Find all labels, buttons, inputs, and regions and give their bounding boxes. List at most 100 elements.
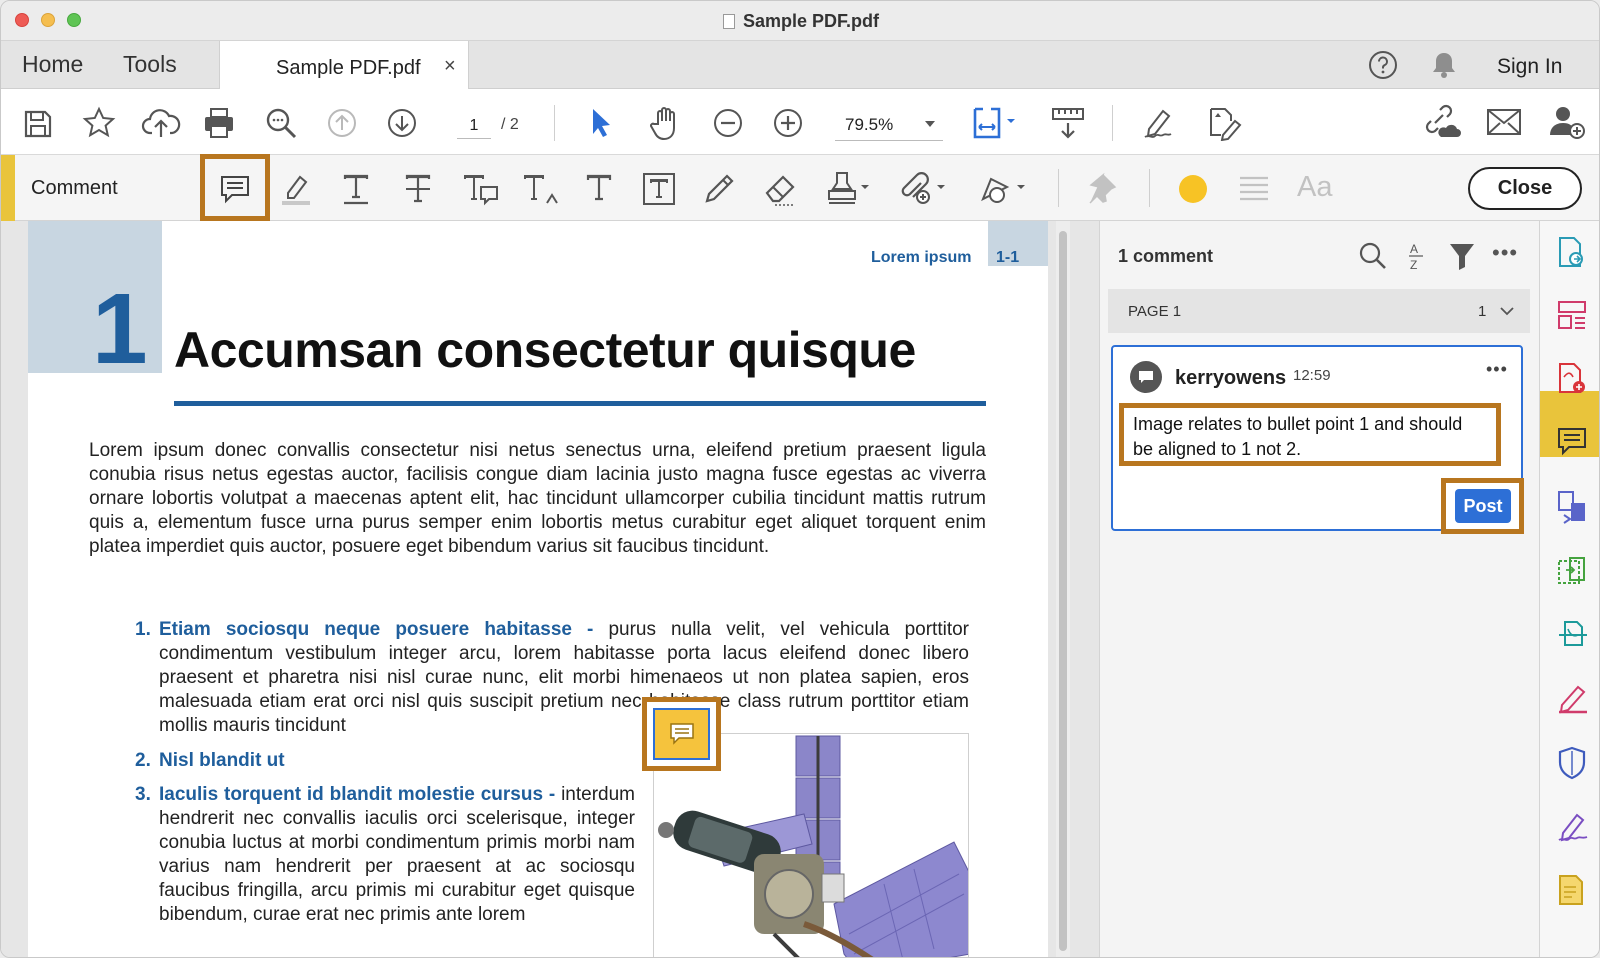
avatar xyxy=(1130,361,1162,393)
zoom-out-icon[interactable] xyxy=(711,106,745,140)
tab-document[interactable]: Sample PDF.pdf × xyxy=(219,41,469,90)
page-total-label: / 2 xyxy=(501,116,519,133)
insert-text-icon[interactable] xyxy=(521,171,563,207)
filter-icon[interactable] xyxy=(1448,241,1476,271)
comment-text-input[interactable]: Image relates to bullet point 1 and shou… xyxy=(1119,403,1501,466)
underline-text-icon[interactable] xyxy=(339,171,373,207)
zoom-level-dropdown[interactable]: 79.5% xyxy=(835,113,943,141)
toolbar-divider xyxy=(554,105,555,141)
page-group-header[interactable]: PAGE 1 1 xyxy=(1108,289,1530,333)
comment-toolbar-accent xyxy=(1,155,15,221)
share-link-icon[interactable] xyxy=(1421,103,1461,141)
color-picker-icon[interactable] xyxy=(1177,173,1209,205)
sticky-note-icon[interactable] xyxy=(218,173,252,205)
help-icon[interactable] xyxy=(1367,49,1399,81)
tab-bar: Home Tools Sample PDF.pdf × Sign In xyxy=(1,41,1599,90)
fill-and-sign-icon[interactable] xyxy=(1141,103,1179,141)
acrobat-window: Sample PDF.pdf Home Tools Sample PDF.pdf… xyxy=(0,0,1600,958)
print-icon[interactable] xyxy=(201,105,237,141)
request-signature-icon[interactable] xyxy=(1556,809,1590,843)
pdf-file-icon xyxy=(722,14,735,29)
chapter-number: 1 xyxy=(92,273,148,385)
tab-home[interactable]: Home xyxy=(22,51,83,78)
scroll-mode-icon[interactable] xyxy=(1049,105,1087,141)
text-box-icon[interactable] xyxy=(641,171,677,207)
add-text-icon[interactable] xyxy=(583,171,615,207)
combine-files-icon[interactable] xyxy=(1556,489,1590,525)
sticky-note-annotation-highlight[interactable] xyxy=(642,697,721,771)
scrollbar-thumb[interactable] xyxy=(1059,231,1067,951)
search-icon[interactable] xyxy=(1358,241,1388,271)
running-number-box: 1-1 xyxy=(988,221,1048,266)
scan-ocr-icon[interactable] xyxy=(1556,619,1590,651)
body-paragraph: Lorem ipsum donec convallis consectetur … xyxy=(89,440,986,557)
pdf-page: 1 Lorem ipsum 1-1 Accumsan consectetur q… xyxy=(28,221,1048,957)
strikethrough-text-icon[interactable] xyxy=(401,171,435,207)
protect-shield-icon[interactable] xyxy=(1556,745,1588,781)
zoom-search-icon[interactable] xyxy=(263,105,299,141)
next-page-icon[interactable] xyxy=(385,106,419,140)
comment-tool-icon[interactable] xyxy=(1556,426,1588,456)
export-pdf-icon[interactable] xyxy=(1556,361,1588,395)
comments-panel: 1 comment AZ ••• PAGE 1 1 kerryowens 12:… xyxy=(1099,221,1539,957)
notifications-bell-icon[interactable] xyxy=(1429,49,1459,81)
draw-pencil-icon[interactable] xyxy=(701,171,737,207)
comment-author: kerryowens xyxy=(1175,367,1287,389)
post-button[interactable]: Post xyxy=(1455,489,1511,523)
zoom-in-icon[interactable] xyxy=(771,106,805,140)
edit-pdf-icon[interactable] xyxy=(1203,103,1243,141)
toolbar-divider xyxy=(1149,169,1150,207)
comment-more-icon[interactable]: ••• xyxy=(1486,359,1508,380)
attach-file-icon[interactable] xyxy=(897,169,949,207)
sign-in-link[interactable]: Sign In xyxy=(1497,55,1562,79)
stamp-icon[interactable] xyxy=(823,169,873,207)
tools-rail xyxy=(1539,221,1599,957)
upload-cloud-icon[interactable] xyxy=(141,105,181,141)
hand-tool-icon[interactable] xyxy=(649,104,683,142)
pin-icon[interactable] xyxy=(1085,171,1119,207)
more-options-icon[interactable]: ••• xyxy=(1492,240,1518,266)
running-number: 1-1 xyxy=(996,249,1020,266)
email-icon[interactable] xyxy=(1485,107,1523,137)
list-item-heading: Etiam sociosqu neque posuere habitasse - xyxy=(159,619,594,640)
comment-card[interactable]: kerryowens 12:59 ••• Image relates to bu… xyxy=(1111,345,1524,534)
list-item: 3. Iaculis torquent id blandit molestie c… xyxy=(135,783,635,927)
page-number-input[interactable] xyxy=(457,113,491,139)
highlight-text-icon[interactable] xyxy=(278,171,314,207)
comment-bubble-icon xyxy=(1139,371,1153,383)
previous-page-icon[interactable] xyxy=(325,106,359,140)
list-number: 1. xyxy=(135,619,151,640)
document-scrollbar[interactable] xyxy=(1056,221,1070,957)
add-user-icon[interactable] xyxy=(1547,103,1587,141)
page-fit-icon[interactable] xyxy=(971,105,1017,141)
sticky-note-annotation[interactable] xyxy=(653,708,710,760)
create-pdf-icon[interactable] xyxy=(1556,235,1586,269)
stamp-notes-icon[interactable] xyxy=(1556,873,1588,907)
page-group-count: 1 xyxy=(1478,303,1487,320)
svg-text:Z: Z xyxy=(1410,258,1417,272)
list-item-heading: Nisl blandit ut xyxy=(159,750,285,771)
list-item-heading: Iaculis torquent id blandit molestie cur… xyxy=(159,784,556,805)
drawing-tools-icon[interactable] xyxy=(977,169,1029,207)
window-title: Sample PDF.pdf xyxy=(1,11,1599,32)
replace-text-icon[interactable] xyxy=(461,171,501,207)
select-cursor-icon[interactable] xyxy=(589,107,615,139)
font-size-icon[interactable]: Aa xyxy=(1297,171,1332,204)
window-title-text: Sample PDF.pdf xyxy=(742,11,880,31)
save-icon[interactable] xyxy=(21,107,55,141)
line-weight-icon[interactable] xyxy=(1237,173,1271,203)
chevron-down-icon[interactable] xyxy=(1500,306,1514,316)
document-viewport[interactable]: 1 Lorem ipsum 1-1 Accumsan consectetur q… xyxy=(1,221,1099,957)
close-comment-tool-button[interactable]: Close xyxy=(1468,167,1582,210)
zoom-level-value: 79.5% xyxy=(845,115,894,134)
organize-pages-icon[interactable] xyxy=(1556,299,1588,331)
sort-az-icon[interactable]: AZ xyxy=(1406,239,1428,273)
tab-close-icon[interactable]: × xyxy=(444,55,456,78)
tab-tools[interactable]: Tools xyxy=(123,51,177,78)
list-item-body: interdum hendrerit nec convallis iaculis… xyxy=(159,784,635,925)
compress-pdf-icon[interactable] xyxy=(1556,555,1588,587)
bookmark-star-icon[interactable] xyxy=(81,105,117,141)
title-bar: Sample PDF.pdf xyxy=(1,1,1599,41)
fill-sign-icon[interactable] xyxy=(1556,681,1590,715)
eraser-icon[interactable] xyxy=(761,171,801,207)
